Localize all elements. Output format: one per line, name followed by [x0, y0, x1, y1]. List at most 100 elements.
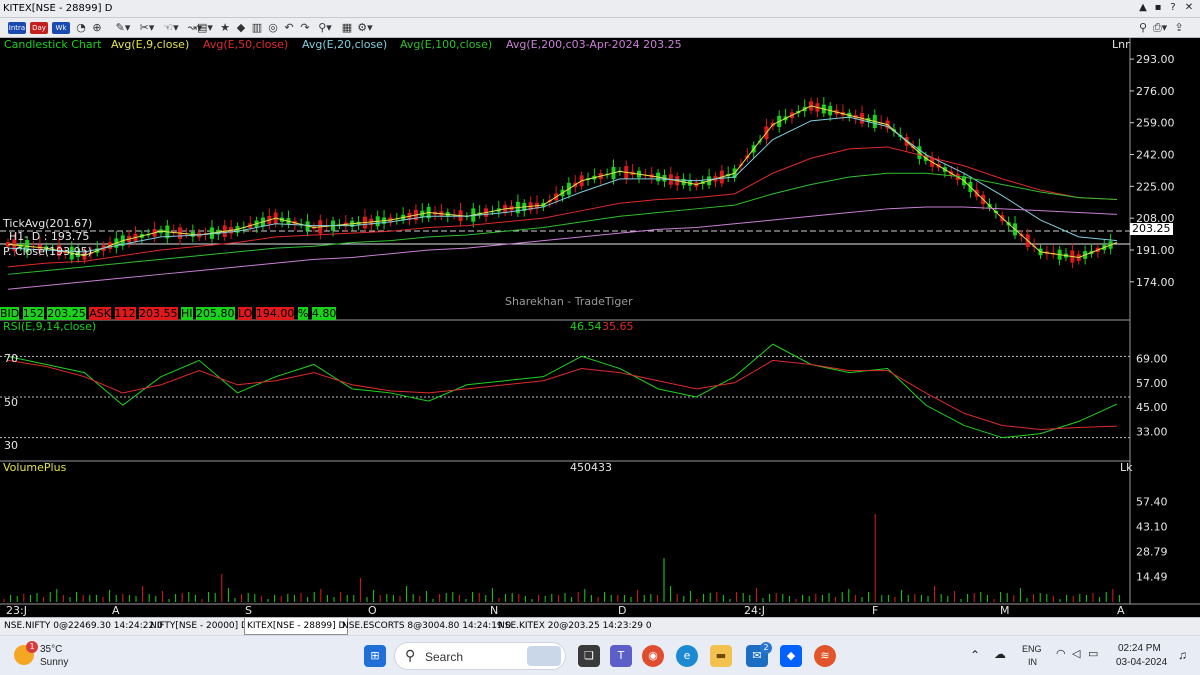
rsi-line [7, 343, 1118, 439]
tab-kitex-chart[interactable]: KITEX[NSE - 28899] D [244, 618, 349, 635]
volume-scale-label: Lk [1120, 461, 1133, 474]
draw-line-icon[interactable]: ✎▾ [112, 20, 134, 36]
export-icon[interactable]: ⇪ [1172, 20, 1186, 36]
ema9-legend[interactable]: Avg(E,9,close) [111, 39, 189, 51]
crosshair-icon[interactable]: ⊕ [90, 20, 104, 36]
price-tick-label: 276.00 [1136, 85, 1175, 98]
favorite-icon[interactable]: ★ [218, 20, 232, 36]
rsi-tick-label: 57.00 [1136, 377, 1168, 390]
last-price-tag: 203.25 [1130, 222, 1173, 235]
file-explorer-icon[interactable]: ▬ [710, 645, 732, 667]
volume-icon[interactable]: ◁ [1072, 647, 1080, 660]
rsi-tick-label: 69.00 [1136, 352, 1168, 365]
help-icon[interactable]: ? [1166, 2, 1180, 15]
bid-qty: 152 [22, 307, 44, 320]
undo-icon[interactable]: ↶ [282, 20, 296, 36]
watermark: Sharekhan - TradeTiger [505, 295, 633, 308]
x-tick-label: 24:J [744, 604, 765, 617]
rsi-level-70: 70 [4, 352, 18, 365]
weather-desc[interactable]: Sunny [40, 657, 68, 668]
price-tick-label: 174.00 [1136, 276, 1175, 289]
cloud-icon[interactable]: ☁ [994, 647, 1006, 661]
tab-nifty-quote[interactable]: NSE.NIFTY 0@22469.30 14:24:22 0 [2, 618, 165, 635]
redo-icon[interactable]: ↷ [298, 20, 312, 36]
volume-bars [3, 514, 1120, 602]
bar-chart-icon[interactable]: ▥ [250, 20, 264, 36]
compare-icon[interactable]: ◎ [266, 20, 280, 36]
pct-value: 4.80 [311, 307, 337, 320]
restore-icon[interactable]: ▲ [1136, 2, 1150, 15]
settings-icon[interactable]: ⚙▾ [354, 20, 376, 36]
edge-icon[interactable]: e [676, 645, 698, 667]
search-highlight-icon [527, 646, 561, 666]
x-tick-label: A [1117, 604, 1125, 617]
language-bottom[interactable]: IN [1028, 657, 1037, 667]
rsi-signal-value: 35.65 [602, 320, 634, 333]
task-view-icon[interactable]: ❏ [578, 645, 600, 667]
wifi-icon[interactable]: ◠ [1056, 647, 1066, 660]
ema20-legend[interactable]: Avg(E,20,close) [302, 39, 387, 51]
teams-icon[interactable]: T [610, 645, 632, 667]
taskbar-search[interactable]: ⚲ Search [394, 642, 566, 670]
candlestick-series [6, 97, 1113, 269]
pointer-icon[interactable]: ☜▾ [160, 20, 182, 36]
clock-time[interactable]: 02:24 PM [1118, 643, 1161, 654]
prev-close-label: P. Close(193.95) [3, 245, 92, 258]
template-icon[interactable]: ▤▾ [196, 20, 214, 36]
price-tick-label: 242.00 [1136, 149, 1175, 162]
clock-date[interactable]: 03-04-2024 [1116, 657, 1167, 668]
battery-icon[interactable]: ▭ [1088, 647, 1098, 660]
rsi-tick-label: 45.00 [1136, 401, 1168, 414]
chrome-icon[interactable]: ◉ [642, 645, 664, 667]
tab-kitex-quote[interactable]: NSE.KITEX 20@203.25 14:23:29 0 [496, 618, 654, 635]
volume-tick-label: 57.40 [1136, 496, 1168, 509]
tradetiger-icon[interactable]: ≋ [814, 645, 836, 667]
volume-title[interactable]: VolumePlus [3, 462, 66, 474]
symbol-tab-bar: NSE.NIFTY 0@22469.30 14:24:22 0 NIFTY[NS… [0, 617, 1200, 635]
notification-bell-icon[interactable]: ♫ [1178, 648, 1187, 662]
x-tick-label: 23:J [6, 604, 27, 617]
ema-line-2 [7, 116, 1118, 253]
h1-d-label: H1- D : 193.75 [9, 230, 90, 243]
close-icon[interactable]: ✕ [1182, 2, 1196, 15]
hi-value: 205.80 [196, 307, 235, 320]
chart-type-icon[interactable]: ▦ [340, 20, 354, 36]
price-tick-label: 293.00 [1136, 53, 1175, 66]
rsi-title[interactable]: RSI(E,9,14,close) [3, 321, 96, 333]
search-tool-icon[interactable]: ⚲ [1136, 20, 1150, 36]
weather-temp[interactable]: 35°C [40, 644, 62, 655]
volume-tick-label: 28.79 [1136, 546, 1168, 559]
daily-button[interactable]: Day [30, 22, 48, 34]
ema100-legend[interactable]: Avg(E,100,close) [400, 39, 492, 51]
ema200-legend[interactable]: Avg(E,200,c03-Apr-2024 203.25 [506, 39, 682, 51]
start-icon[interactable]: ⊞ [364, 645, 386, 667]
ema-line-5 [7, 206, 1118, 290]
ema50-legend[interactable]: Avg(E,50,close) [203, 39, 288, 51]
zoom-icon[interactable]: ⚲▾ [314, 20, 336, 36]
cycle-icon[interactable]: ◔ [74, 20, 88, 36]
search-placeholder: Search [425, 650, 464, 664]
dropbox-icon[interactable]: ◆ [780, 645, 802, 667]
x-tick-label: S [245, 604, 252, 617]
rsi-value: 46.54 [570, 320, 602, 333]
x-tick-label: F [872, 604, 878, 617]
tab-nifty-chart[interactable]: NIFTY[NSE - 20000] D [148, 618, 250, 635]
price-tick-label: 225.00 [1136, 180, 1175, 193]
ask-price: 203.55 [139, 307, 178, 320]
pct-label: % [297, 307, 309, 320]
minimize-icon[interactable]: ▪ [1151, 2, 1165, 15]
tools-icon[interactable]: ✂▾ [136, 20, 158, 36]
scale-mode-label[interactable]: Lnr [1112, 39, 1130, 51]
shape-icon[interactable]: ◆ [234, 20, 248, 36]
bid-label: BID [0, 307, 20, 320]
show-hidden-icons-icon[interactable]: ⌃ [970, 648, 980, 662]
window-title-bar: KITEX[NSE - 28899] D ▲ ▪ ? ✕ [0, 0, 1200, 18]
print-icon[interactable]: ⎙▾ [1151, 20, 1169, 36]
ask-label: ASK [89, 307, 111, 320]
intraday-button[interactable]: Intra [8, 22, 26, 34]
mail-badge: 2 [760, 642, 772, 654]
tab-escorts-quote[interactable]: NSE.ESCORTS 8@3004.80 14:24:19 0 [340, 618, 513, 635]
weekly-button[interactable]: Wk [52, 22, 70, 34]
language-top[interactable]: ENG [1022, 644, 1042, 654]
chart-area[interactable]: 293.00 276.00 259.00 242.00 225.00 208.00 191.… [0, 38, 1200, 617]
